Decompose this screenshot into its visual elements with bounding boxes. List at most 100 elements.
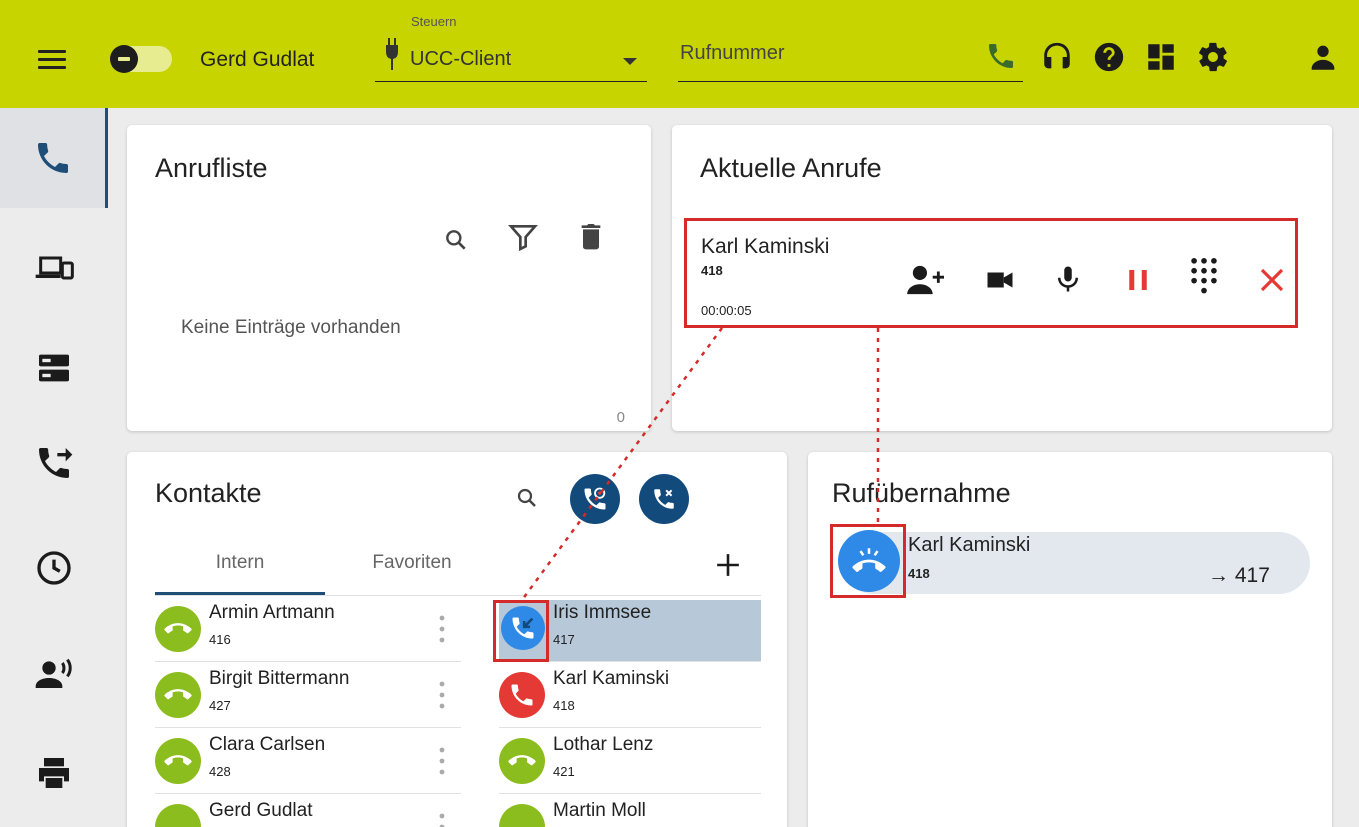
status-avatar — [155, 672, 201, 718]
sidebar — [0, 108, 108, 827]
clock-icon — [37, 551, 71, 585]
phone-hangup-icon — [164, 755, 192, 766]
tab-favoriten[interactable]: Favoriten — [327, 552, 497, 574]
contact-number: 427 — [209, 698, 231, 713]
menu-icon[interactable] — [38, 50, 66, 70]
contact-name: Birgit Bittermann — [209, 668, 350, 689]
status-avatar — [155, 804, 201, 827]
contact-name: Armin Artmann — [209, 602, 335, 623]
contact-item[interactable]: Birgit Bittermann 427 — [155, 662, 461, 728]
add-participant-icon[interactable] — [907, 263, 947, 297]
sidebar-item-print[interactable] — [0, 723, 108, 823]
control-device-select[interactable]: Steuern UCC-Client — [375, 12, 647, 82]
sidebar-item-server[interactable] — [0, 318, 108, 418]
contact-name: Karl Kaminski — [553, 668, 670, 689]
call-list-title: Anrufliste — [155, 153, 268, 183]
highlight-box — [830, 524, 906, 598]
status-avatar — [499, 672, 545, 718]
call-list-card: Anrufliste Keine Einträge vorhanden 0 — [127, 125, 651, 431]
more-vert-icon[interactable] — [439, 680, 445, 710]
contact-item[interactable]: Gerd Gudlat — [155, 794, 461, 827]
caller-number: 418 — [701, 263, 723, 278]
more-vert-icon[interactable] — [439, 746, 445, 776]
caller-name: Karl Kaminski — [701, 235, 830, 258]
status-avatar — [499, 738, 545, 784]
contact-name: Martin Moll — [553, 800, 646, 821]
empty-state-text: Keine Einträge vorhanden — [181, 317, 401, 338]
sidebar-item-calls[interactable] — [0, 108, 108, 208]
sidebar-item-devices[interactable] — [0, 218, 108, 318]
phone-icon — [511, 684, 533, 706]
call-pickup-title: Rufübernahme — [832, 478, 1011, 508]
current-calls-card: Aktuelle Anrufe Karl Kaminski 418 00:00:… — [672, 125, 1332, 431]
contact-number: 416 — [209, 632, 231, 647]
contact-item[interactable]: Karl Kaminski 418 — [499, 662, 761, 728]
sidebar-item-forwarding[interactable] — [0, 413, 108, 513]
phone-hangup-icon — [164, 623, 192, 634]
dialpad-icon[interactable] — [1187, 255, 1221, 295]
tab-intern[interactable]: Intern — [155, 552, 325, 574]
highlight-box — [493, 600, 549, 662]
more-vert-icon[interactable] — [439, 614, 445, 644]
status-avatar — [155, 738, 201, 784]
call-pickup-button[interactable] — [570, 474, 620, 524]
devices-icon — [35, 256, 74, 280]
printer-icon — [39, 758, 69, 788]
contact-number: 418 — [553, 698, 575, 713]
control-label: Steuern — [411, 14, 457, 29]
contacts-card: Kontakte Intern Favoriten Armin Artmann … — [127, 452, 787, 827]
toggle-knob — [110, 45, 138, 73]
pickup-target-number: → 417 — [1208, 564, 1270, 587]
top-bar: Gerd Gudlat Steuern UCC-Client — [0, 0, 1359, 108]
phone-hangup-icon — [508, 755, 536, 766]
pickup-caller-number: 418 — [908, 566, 930, 581]
filter-icon[interactable] — [507, 221, 539, 253]
headset-icon[interactable] — [1040, 40, 1074, 74]
video-icon[interactable] — [983, 265, 1017, 295]
sidebar-item-voice[interactable] — [0, 623, 108, 723]
contact-item[interactable]: Clara Carlsen 428 — [155, 728, 461, 794]
call-forward-icon — [39, 448, 73, 478]
help-icon[interactable] — [1092, 40, 1126, 74]
server-icon — [39, 354, 69, 382]
contact-name: Gerd Gudlat — [209, 800, 313, 821]
phone-number-field[interactable] — [678, 12, 1023, 82]
call-duration: 00:00:05 — [701, 303, 752, 318]
current-calls-title: Aktuelle Anrufe — [700, 153, 882, 183]
search-icon[interactable] — [443, 227, 469, 253]
contact-name: Lothar Lenz — [553, 734, 654, 755]
active-call-item[interactable]: Karl Kaminski 418 00:00:05 — [684, 218, 1298, 328]
search-icon[interactable] — [515, 486, 539, 510]
contact-number: 417 — [553, 632, 575, 647]
microphone-icon[interactable] — [1053, 261, 1083, 297]
call-pickup-card: Rufübernahme Karl Kaminski 418 → 417 — [808, 452, 1332, 827]
chevron-down-icon — [623, 58, 637, 65]
voice-user-icon — [35, 658, 72, 688]
contacts-title: Kontakte — [155, 478, 262, 508]
phone-icon — [37, 143, 68, 173]
user-name: Gerd Gudlat — [200, 48, 315, 71]
phone-icon[interactable] — [985, 40, 1017, 72]
contact-item[interactable]: Lothar Lenz 421 — [499, 728, 761, 794]
delete-icon[interactable] — [575, 219, 607, 253]
sidebar-item-history[interactable] — [0, 518, 108, 618]
contact-name: Clara Carlsen — [209, 734, 326, 755]
dashboard-icon[interactable] — [1144, 40, 1178, 74]
pickup-caller-name: Karl Kaminski — [908, 534, 1031, 556]
hangup-icon[interactable] — [1257, 265, 1287, 295]
contact-number: 428 — [209, 764, 231, 779]
presence-toggle[interactable] — [110, 45, 172, 73]
call-reject-button[interactable] — [639, 474, 689, 524]
contact-item[interactable]: Armin Artmann 416 — [155, 596, 461, 662]
add-icon[interactable] — [715, 552, 741, 578]
contact-name: Iris Immsee — [553, 602, 652, 623]
contact-item[interactable]: Martin Moll — [499, 794, 761, 827]
account-icon[interactable] — [1306, 40, 1340, 74]
contact-number: 421 — [553, 764, 575, 779]
more-vert-icon[interactable] — [439, 812, 445, 827]
phone-hangup-icon — [164, 689, 192, 700]
settings-icon[interactable] — [1196, 40, 1230, 74]
pause-icon[interactable] — [1123, 265, 1153, 295]
plug-icon — [386, 38, 398, 70]
phone-number-input[interactable] — [680, 42, 960, 65]
